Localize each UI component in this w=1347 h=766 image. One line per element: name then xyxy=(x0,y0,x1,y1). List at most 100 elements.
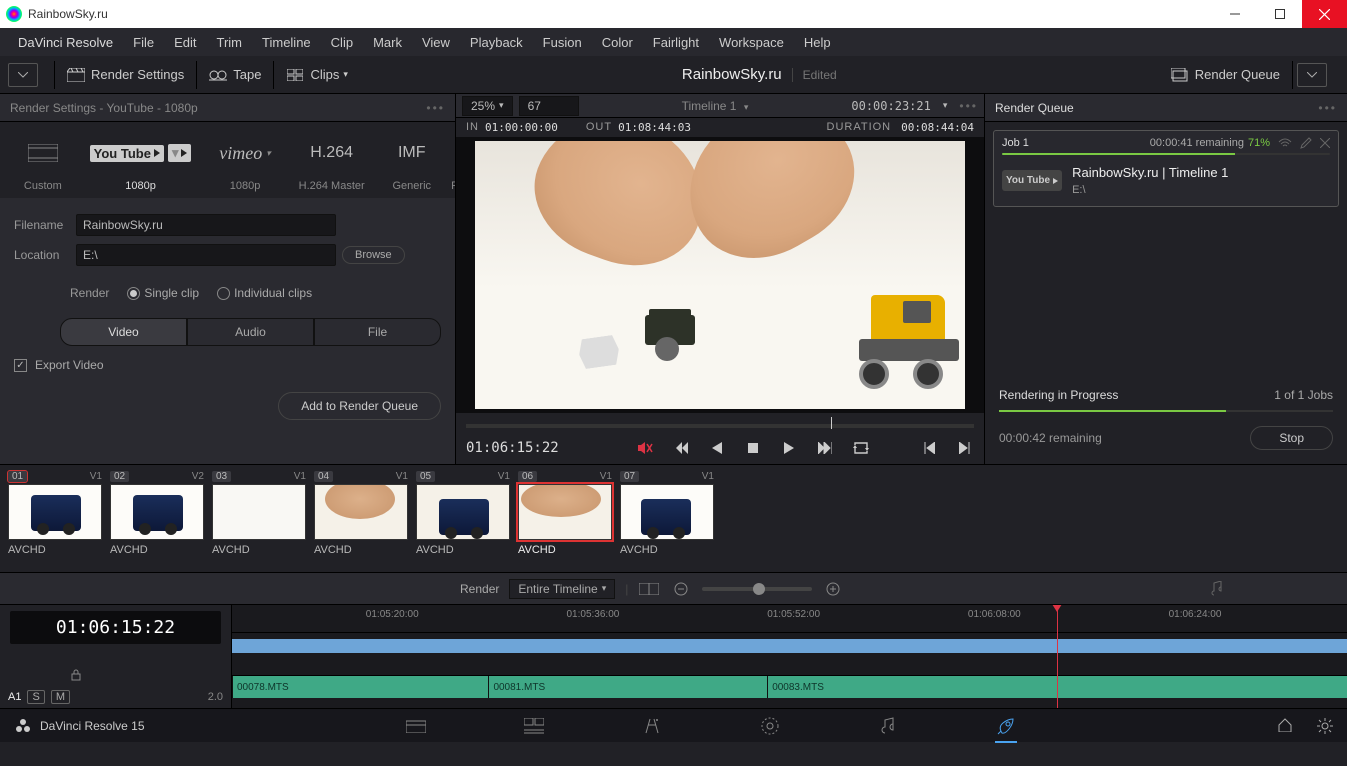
remove-job-icon[interactable] xyxy=(1320,138,1330,148)
video-preview xyxy=(475,141,965,409)
minimize-button[interactable] xyxy=(1212,0,1257,28)
clip-thumbnail[interactable]: 01V1 AVCHD xyxy=(8,471,102,566)
menu-color[interactable]: Color xyxy=(592,35,643,50)
preset-next[interactable]: Final xyxy=(451,140,455,192)
zoom-out-icon[interactable] xyxy=(670,581,692,597)
page-deliver-icon[interactable] xyxy=(995,721,1017,743)
single-clip-radio[interactable]: Single clip xyxy=(127,286,199,300)
render-tabs: Video Audio File xyxy=(60,318,441,346)
menu-view[interactable]: View xyxy=(412,35,460,50)
menu-fairlight[interactable]: Fairlight xyxy=(643,35,709,50)
filename-input[interactable]: RainbowSky.ru xyxy=(76,214,336,236)
menu-timeline[interactable]: Timeline xyxy=(252,35,321,50)
clip-thumbnail[interactable]: 05V1 AVCHD xyxy=(416,471,510,566)
render-queue-toggle[interactable]: Render Queue xyxy=(1163,67,1288,82)
export-video-checkbox[interactable]: ✓ xyxy=(14,359,27,372)
viewer-options-icon[interactable]: ••• xyxy=(959,99,978,113)
preset-youtube[interactable]: You Tube▾ 1080p xyxy=(90,140,192,192)
go-to-end-icon[interactable] xyxy=(816,439,834,457)
edit-job-icon[interactable] xyxy=(1300,137,1312,149)
stop-render-button[interactable]: Stop xyxy=(1250,426,1333,450)
render-range-select[interactable]: Entire Timeline▾ xyxy=(509,579,615,599)
settings-icon[interactable] xyxy=(1317,718,1333,734)
imf-label: IMF xyxy=(393,140,432,166)
music-note-icon[interactable] xyxy=(1205,581,1227,597)
clip-thumbnail[interactable]: 04V1 AVCHD xyxy=(314,471,408,566)
preset-next-sub: Final xyxy=(451,180,455,192)
render-settings-toggle[interactable]: Render Settings xyxy=(59,67,192,82)
zoom-in-icon[interactable] xyxy=(822,581,844,597)
play-back-icon[interactable] xyxy=(708,439,726,457)
preset-imf[interactable]: IMF Generic xyxy=(393,140,432,192)
stop-icon[interactable] xyxy=(744,439,762,457)
menu-playback[interactable]: Playback xyxy=(460,35,533,50)
close-button[interactable] xyxy=(1302,0,1347,28)
menu-help[interactable]: Help xyxy=(794,35,841,50)
zoom-select[interactable]: 25%▾ xyxy=(462,96,513,116)
vimeo-icon: vimeo▾ xyxy=(219,140,271,166)
tab-video[interactable]: Video xyxy=(60,318,187,346)
home-icon[interactable] xyxy=(1277,718,1293,734)
go-to-start-icon[interactable] xyxy=(672,439,690,457)
menu-mark[interactable]: Mark xyxy=(363,35,412,50)
timeline-name-select[interactable]: Timeline 1 ▾ xyxy=(585,99,846,113)
panel-options-icon[interactable]: ••• xyxy=(426,101,445,115)
add-to-render-queue-button[interactable]: Add to Render Queue xyxy=(278,392,441,420)
maximize-button[interactable] xyxy=(1257,0,1302,28)
menu-davinci-resolve[interactable]: DaVinci Resolve xyxy=(8,35,123,50)
menu-workspace[interactable]: Workspace xyxy=(709,35,794,50)
tab-audio[interactable]: Audio xyxy=(187,318,314,346)
panel-toggle-right[interactable] xyxy=(1297,63,1327,87)
audio-track[interactable]: 00078.MTS 00081.MTS 00083.MTS xyxy=(232,675,1347,697)
lock-icon[interactable] xyxy=(70,669,82,681)
timeline-ruler[interactable]: 01:05:20:00 01:05:36:00 01:05:52:00 01:0… xyxy=(232,605,1347,633)
page-media-icon[interactable] xyxy=(405,715,427,737)
frame-input[interactable]: 67 xyxy=(519,96,579,116)
loop-icon[interactable] xyxy=(852,439,870,457)
tape-toggle[interactable]: Tape xyxy=(201,67,269,82)
panel-toggle-left[interactable] xyxy=(8,63,38,87)
menu-edit[interactable]: Edit xyxy=(164,35,206,50)
clip-thumbnail[interactable]: 03V1 AVCHD xyxy=(212,471,306,566)
window-title: RainbowSky.ru xyxy=(28,7,1212,21)
audio-clip[interactable]: 00078.MTS xyxy=(232,676,488,698)
video-track[interactable] xyxy=(232,633,1347,675)
timeline-view-icon[interactable] xyxy=(638,581,660,597)
chevron-down-icon[interactable]: ▾ xyxy=(943,100,948,111)
tape-label: Tape xyxy=(233,67,261,82)
mute-button[interactable]: M xyxy=(51,690,70,704)
next-keyframe-icon[interactable] xyxy=(956,439,974,457)
job-title: RainbowSky.ru | Timeline 1 xyxy=(1072,165,1228,180)
preset-custom[interactable]: Custom xyxy=(24,140,62,192)
clip-thumbnail-selected[interactable]: 06V1 AVCHD xyxy=(518,471,612,566)
page-edit-icon[interactable] xyxy=(523,715,545,737)
preset-h264[interactable]: H.264 H.264 Master xyxy=(299,140,365,192)
menu-trim[interactable]: Trim xyxy=(207,35,253,50)
timeline-tc: 01:06:15:22 xyxy=(10,611,221,644)
menu-file[interactable]: File xyxy=(123,35,164,50)
mute-icon[interactable] xyxy=(636,439,654,457)
viewer-panel: 25%▾ 67 Timeline 1 ▾ 00:00:23:21 ▾ ••• I… xyxy=(456,94,984,464)
playhead[interactable] xyxy=(1057,605,1058,708)
location-input[interactable]: E:\ xyxy=(76,244,336,266)
render-job-card[interactable]: Job 1 00:00:41 remaining 71% You Tube Ra… xyxy=(993,130,1339,207)
individual-clips-radio[interactable]: Individual clips xyxy=(217,286,312,300)
page-color-icon[interactable] xyxy=(759,715,781,737)
tab-file[interactable]: File xyxy=(314,318,441,346)
solo-button[interactable]: S xyxy=(27,690,44,704)
menu-fusion[interactable]: Fusion xyxy=(533,35,592,50)
preset-vimeo[interactable]: vimeo▾ 1080p xyxy=(219,140,271,192)
browse-button[interactable]: Browse xyxy=(342,246,405,264)
zoom-slider[interactable] xyxy=(702,587,812,591)
queue-options-icon[interactable]: ••• xyxy=(1318,101,1337,115)
prev-keyframe-icon[interactable] xyxy=(920,439,938,457)
viewer-scrubber[interactable] xyxy=(456,413,984,432)
page-fusion-icon[interactable] xyxy=(641,715,663,737)
clip-thumbnail[interactable]: 02V2 AVCHD xyxy=(110,471,204,566)
clip-thumbnail[interactable]: 07V1 AVCHD xyxy=(620,471,714,566)
page-fairlight-icon[interactable] xyxy=(877,715,899,737)
menu-clip[interactable]: Clip xyxy=(321,35,363,50)
play-icon[interactable] xyxy=(780,439,798,457)
clips-toggle[interactable]: Clips ▾ xyxy=(278,67,355,82)
audio-clip[interactable]: 00081.MTS xyxy=(488,676,767,698)
